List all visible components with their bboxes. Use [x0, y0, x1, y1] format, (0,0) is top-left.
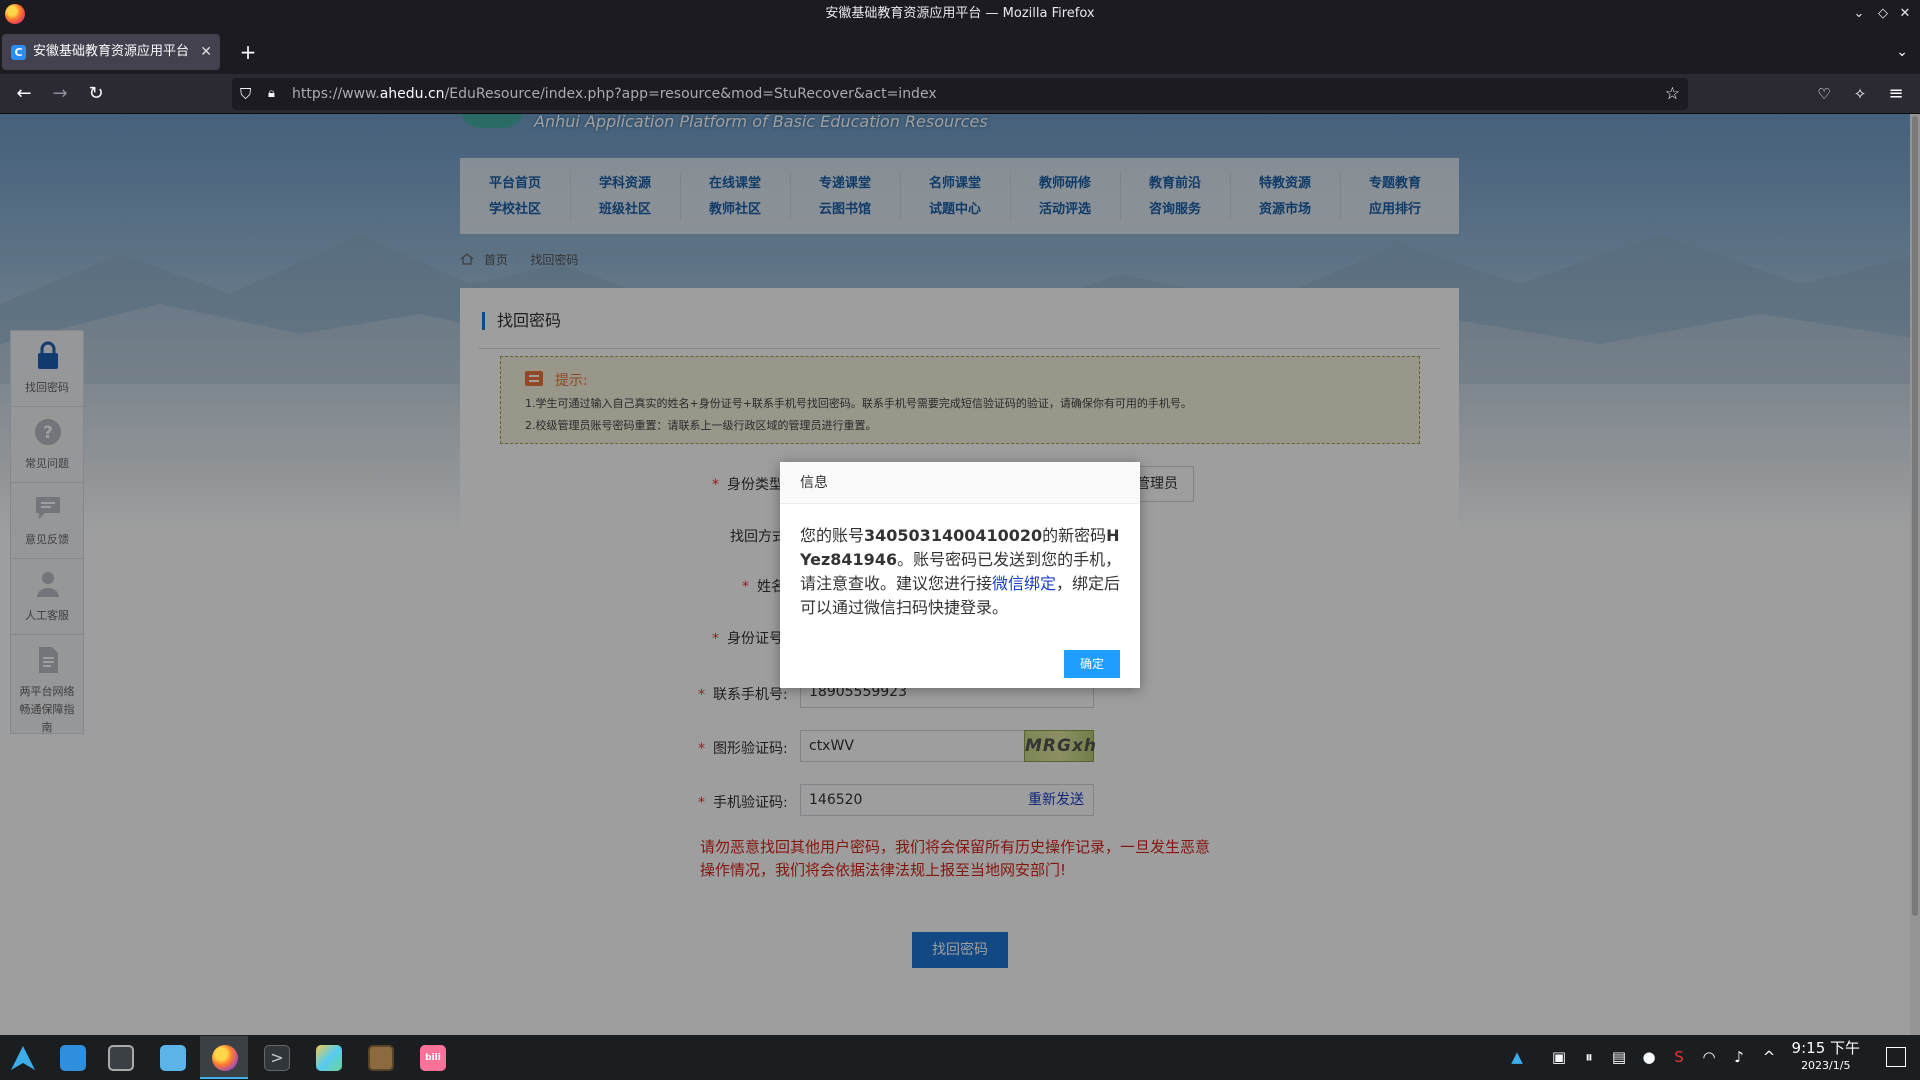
app-launcher-icon[interactable] — [10, 1045, 36, 1071]
url-text[interactable]: https://www.ahedu.cn/EduResource/index.p… — [292, 78, 937, 110]
lock-icon[interactable]: 🔒︎ — [268, 78, 275, 110]
taskbar-bilibili[interactable]: bili — [408, 1036, 456, 1079]
app-menu-icon[interactable]: ≡ — [1880, 78, 1912, 110]
maximize-icon[interactable]: ◇ — [1872, 0, 1894, 28]
forward-icon[interactable]: → — [44, 78, 76, 110]
tray-expand-chevron-icon[interactable]: ^ — [1760, 1048, 1778, 1066]
taskbar-file-manager[interactable] — [148, 1036, 196, 1079]
tab-title: 安徽基础教育资源应用平台 — [33, 44, 190, 59]
firefox-icon — [212, 1045, 238, 1071]
close-window-icon[interactable]: ✕ — [1894, 0, 1916, 28]
tray-notification-bulb-icon[interactable]: ● — [1640, 1048, 1658, 1066]
taskbar-firefox[interactable] — [200, 1036, 248, 1079]
tab-close-icon[interactable]: ✕ — [200, 34, 212, 70]
dialog-title: 信息 — [780, 462, 1140, 504]
window-titlebar: 安徽基础教育资源应用平台 — Mozilla Firefox ⌄ ◇ ✕ — [0, 0, 1920, 28]
clock-date: 2023/1/5 — [1801, 1059, 1851, 1072]
taskbar-terminal[interactable]: > — [252, 1036, 300, 1079]
browser-tab[interactable]: C 安徽基础教育资源应用平台 ✕ — [2, 34, 220, 70]
taskbar-system-settings[interactable] — [96, 1036, 144, 1079]
tray-input-method-icon[interactable]: S — [1670, 1048, 1688, 1066]
dialog-ok-button[interactable]: 确定 — [1064, 650, 1120, 678]
tray-wifi-icon[interactable]: ◠ — [1700, 1048, 1718, 1066]
cube-icon — [316, 1045, 342, 1071]
list-tabs-chevron-icon[interactable]: ⌄ — [1896, 34, 1908, 70]
terminal-icon: > — [264, 1045, 290, 1071]
extensions-icon[interactable]: ✧ — [1844, 78, 1876, 110]
tray-launcher-icon[interactable]: ▲ — [1508, 1048, 1526, 1066]
account-number: 3405031400410020 — [864, 526, 1043, 545]
back-icon[interactable]: ← — [8, 78, 40, 110]
taskbar-minecraft[interactable] — [356, 1036, 404, 1079]
taskbar-clock[interactable]: 9:15 下午 2023/1/5 — [1792, 1039, 1860, 1074]
bilibili-icon: bili — [420, 1045, 446, 1071]
clock-time: 9:15 下午 — [1791, 1039, 1860, 1057]
wechat-bind-link[interactable]: 微信绑定 — [992, 574, 1056, 593]
settings-sliders-icon — [108, 1045, 134, 1071]
tray-volume-icon[interactable]: ♪ — [1730, 1048, 1748, 1066]
minimize-icon[interactable]: ⌄ — [1848, 0, 1870, 28]
system-taskbar: > bili ▲ ▣ ⏸︎ ▤ ● S ◠ ♪ ^ 9:15 下午 2023/1… — [0, 1035, 1920, 1080]
tab-strip: C 安徽基础教育资源应用平台 ✕ + ⌄ — [0, 28, 1920, 74]
taskbar-app-store[interactable] — [48, 1036, 96, 1079]
new-tab-button[interactable]: + — [234, 34, 262, 70]
info-dialog: 信息 您的账号3405031400410020的新密码HYez841946。账号… — [780, 462, 1140, 688]
taskbar-3d-app[interactable] — [304, 1036, 352, 1079]
bookmark-star-icon[interactable]: ☆ — [1665, 78, 1680, 110]
tray-bilibili-icon[interactable]: ▣ — [1550, 1048, 1568, 1066]
navigation-toolbar: ← → ↻ ⛉ 🔒︎ https://www.ahedu.cn/EduResou… — [0, 74, 1920, 114]
tray-clipboard-icon[interactable]: ▤ — [1610, 1048, 1628, 1066]
pocket-icon[interactable]: ♡ — [1808, 78, 1840, 110]
show-desktop-icon[interactable] — [1886, 1047, 1906, 1067]
crafting-block-icon — [368, 1045, 394, 1071]
dialog-message: 您的账号3405031400410020的新密码HYez841946。账号密码已… — [800, 526, 1122, 617]
reload-icon[interactable]: ↻ — [80, 78, 112, 110]
address-bar[interactable]: ⛉ 🔒︎ https://www.ahedu.cn/EduResource/in… — [232, 78, 1688, 110]
store-bag-icon — [60, 1045, 86, 1071]
site-favicon-icon: C — [11, 45, 26, 60]
tray-media-pause-icon[interactable]: ⏸︎ — [1580, 1048, 1598, 1066]
window-title: 安徽基础教育资源应用平台 — Mozilla Firefox — [825, 6, 1095, 21]
folder-icon — [160, 1045, 186, 1071]
tracking-protection-shield-icon[interactable]: ⛉ — [240, 78, 251, 110]
